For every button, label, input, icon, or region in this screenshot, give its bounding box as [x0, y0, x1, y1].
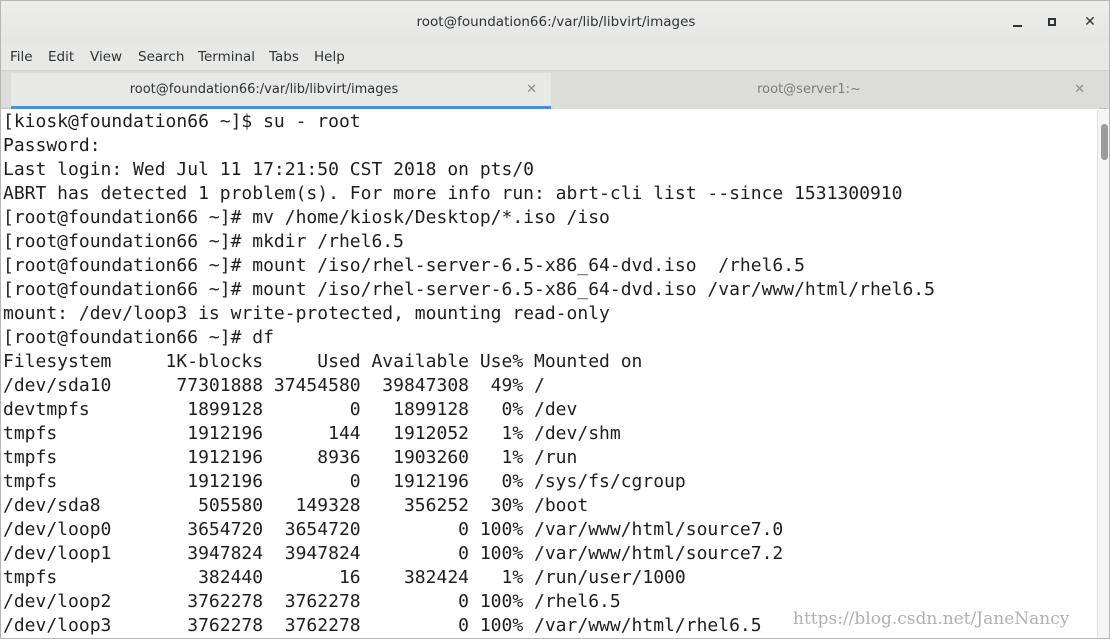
terminal-line: /dev/sda10 77301888 37454580 39847308 49…	[3, 375, 545, 396]
terminal-window: root@foundation66:/var/lib/libvirt/image…	[0, 0, 1110, 639]
tab-close-icon[interactable]: ✕	[526, 82, 537, 97]
terminal-line: tmpfs 1912196 144 1912052 1% /dev/shm	[3, 423, 621, 444]
terminal-line: /dev/loop0 3654720 3654720 0 100% /var/w…	[3, 519, 784, 540]
menu-bar: File Edit View Search Terminal Tabs Help	[1, 43, 1109, 71]
tab-label: root@server1:~	[757, 82, 861, 97]
terminal-line: [root@foundation66 ~]# mv /home/kiosk/De…	[3, 207, 610, 228]
watermark-text: https://blog.csdn.net/JaneNancy	[793, 609, 1070, 629]
terminal-line: [root@foundation66 ~]# mount /iso/rhel-s…	[3, 255, 805, 276]
tab-label: root@foundation66:/var/lib/libvirt/image…	[129, 82, 399, 97]
menu-terminal[interactable]: Terminal	[198, 49, 255, 65]
terminal-line: tmpfs 1912196 8936 1903260 1% /run	[3, 447, 578, 468]
menu-tabs[interactable]: Tabs	[269, 49, 299, 65]
terminal-line: mount: /dev/loop3 is write-protected, mo…	[3, 303, 610, 324]
terminal-line: devtmpfs 1899128 0 1899128 0% /dev	[3, 399, 578, 420]
terminal-line: tmpfs 1912196 0 1912196 0% /sys/fs/cgrou…	[3, 471, 686, 492]
scrollbar-thumb[interactable]	[1101, 124, 1108, 160]
terminal-line: [root@foundation66 ~]# mount /iso/rhel-s…	[3, 279, 935, 300]
terminal-line: /dev/loop2 3762278 3762278 0 100% /rhel6…	[3, 591, 621, 612]
terminal-line: tmpfs 382440 16 382424 1% /run/user/1000	[3, 567, 686, 588]
maximize-icon	[1048, 18, 1056, 26]
terminal-line: Password:	[3, 135, 101, 156]
close-window-button[interactable]: ✕	[1079, 11, 1101, 33]
window-title: root@foundation66:/var/lib/libvirt/image…	[416, 14, 696, 30]
terminal-line: [root@foundation66 ~]# df	[3, 327, 274, 348]
close-icon: ✕	[1084, 14, 1096, 30]
menu-file[interactable]: File	[10, 49, 33, 65]
tab-bar: root@foundation66:/var/lib/libvirt/image…	[1, 71, 1109, 109]
terminal-line: /dev/sda8 505580 149328 356252 30% /boot	[3, 495, 589, 516]
tab-server1[interactable]: root@server1:~ ✕	[553, 73, 1099, 109]
menu-help[interactable]: Help	[314, 49, 345, 65]
vertical-scrollbar[interactable]	[1097, 110, 1109, 638]
menu-view[interactable]: View	[90, 49, 122, 65]
tab-foundation66[interactable]: root@foundation66:/var/lib/libvirt/image…	[11, 73, 551, 109]
terminal-line: Last login: Wed Jul 11 17:21:50 CST 2018…	[3, 159, 535, 180]
maximize-button[interactable]	[1041, 11, 1063, 33]
terminal-line: Filesystem 1K-blocks Used Available Use%…	[3, 351, 643, 372]
menu-edit[interactable]: Edit	[48, 49, 74, 65]
tab-close-icon[interactable]: ✕	[1074, 82, 1085, 97]
terminal-line: [root@foundation66 ~]# mkdir /rhel6.5	[3, 231, 404, 252]
terminal-line: ABRT has detected 1 problem(s). For more…	[3, 183, 903, 204]
minimize-button[interactable]	[1006, 11, 1028, 33]
terminal-line: /dev/loop1 3947824 3947824 0 100% /var/w…	[3, 543, 784, 564]
terminal-line: /dev/loop3 3762278 3762278 0 100% /var/w…	[3, 615, 762, 636]
terminal-output[interactable]: [kiosk@foundation66 ~]$ su - root Passwo…	[1, 110, 1097, 638]
terminal-line: [kiosk@foundation66 ~]$ su - root	[3, 111, 361, 132]
title-bar[interactable]: root@foundation66:/var/lib/libvirt/image…	[1, 1, 1109, 43]
menu-search[interactable]: Search	[138, 49, 184, 65]
minimize-icon	[1012, 25, 1022, 27]
